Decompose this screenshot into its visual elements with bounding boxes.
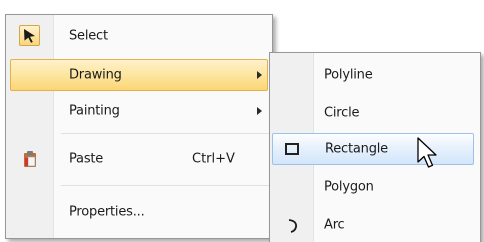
- rectangle-icon: [285, 143, 299, 155]
- submenu-item-polyline[interactable]: Polyline: [274, 59, 476, 91]
- menu-separator: [61, 133, 269, 134]
- context-menu: Select Drawing Painting Paste Ctrl+V Pro…: [5, 14, 273, 239]
- submenu-item-polyline-label: Polyline: [324, 67, 373, 83]
- menu-item-select[interactable]: Select: [10, 20, 268, 52]
- menu-item-properties-label: Properties...: [69, 204, 145, 220]
- submenu-item-circle[interactable]: Circle: [274, 97, 476, 129]
- submenu-item-rectangle[interactable]: Rectangle: [272, 133, 474, 165]
- submenu-item-polygon-label: Polygon: [324, 179, 374, 195]
- drawing-submenu: Polyline Circle Rectangle Polygon Arc: [269, 52, 481, 242]
- menu-item-drawing-label: Drawing: [69, 67, 122, 83]
- submenu-item-circle-label: Circle: [324, 105, 360, 121]
- clipboard-paste-icon: [23, 150, 37, 168]
- menu-item-paste-shortcut: Ctrl+V: [192, 151, 235, 167]
- submenu-item-polygon[interactable]: Polygon: [274, 171, 476, 203]
- submenu-item-arc[interactable]: Arc: [274, 209, 476, 241]
- menu-separator: [61, 185, 269, 186]
- arc-icon: [286, 218, 300, 234]
- menu-item-properties[interactable]: Properties...: [10, 196, 268, 228]
- menu-item-drawing[interactable]: Drawing: [10, 59, 268, 91]
- menu-item-paste-label: Paste: [69, 151, 104, 167]
- submenu-item-arc-label: Arc: [324, 217, 345, 233]
- menu-item-select-label: Select: [69, 28, 108, 44]
- menu-item-painting-label: Painting: [69, 103, 120, 119]
- select-arrow-icon: [19, 25, 40, 46]
- menu-item-painting[interactable]: Painting: [10, 95, 268, 127]
- submenu-item-rectangle-label: Rectangle: [325, 141, 388, 157]
- mouse-pointer-icon: [416, 137, 442, 171]
- submenu-arrow-icon: [257, 107, 262, 115]
- menu-item-paste[interactable]: Paste Ctrl+V: [10, 143, 268, 175]
- submenu-arrow-icon: [257, 71, 262, 79]
